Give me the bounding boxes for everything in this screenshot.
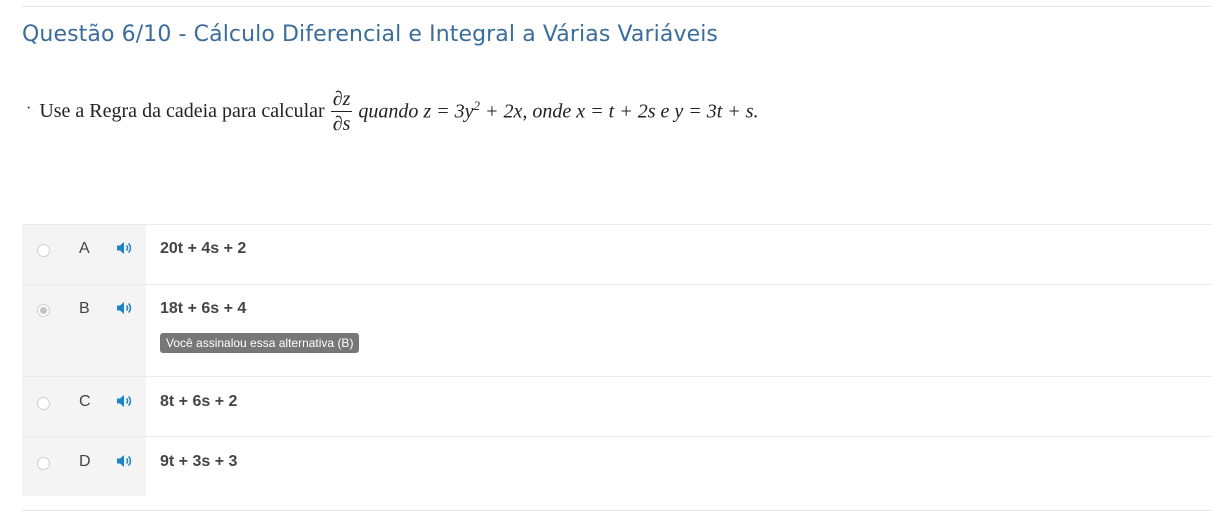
speaker-icon[interactable] — [116, 301, 134, 315]
option-c-body: 8t + 6s + 2 — [146, 377, 1212, 436]
speaker-icon[interactable] — [116, 241, 134, 255]
option-a[interactable]: A 20t + 4s + 2 — [22, 224, 1212, 284]
option-d-controls: D — [22, 437, 146, 496]
partial-derivative-fraction: ∂z ∂s — [330, 87, 353, 135]
option-b-controls: B — [22, 285, 146, 376]
option-c-controls: C — [22, 377, 146, 436]
option-b-body: 18t + 6s + 4 Você assinalou essa alterna… — [146, 285, 1212, 376]
bottom-divider — [22, 510, 1212, 511]
option-d-text: 9t + 3s + 3 — [160, 453, 238, 470]
option-d-radio[interactable] — [37, 457, 50, 470]
condition-part-1: quando z = 3y — [358, 100, 474, 123]
fraction-numerator: ∂z — [330, 87, 353, 112]
option-c-text: 8t + 6s + 2 — [160, 393, 238, 410]
option-d-letter: D — [79, 453, 91, 470]
option-c[interactable]: C 8t + 6s + 2 — [22, 376, 1212, 436]
answer-options: A 20t + 4s + 2 B 18t + 6s + 4 Você assin… — [22, 224, 1212, 496]
fraction-denominator: ∂s — [332, 112, 351, 135]
question-text: · Use a Regra da cadeia para calcular ∂z… — [26, 80, 759, 142]
option-c-letter: C — [79, 393, 91, 410]
option-a-body: 20t + 4s + 2 — [146, 225, 1212, 284]
question-bullet: · — [26, 100, 32, 117]
option-d-body: 9t + 3s + 3 — [146, 437, 1212, 496]
question-condition: quando z = 3y2 + 2x, onde x = t + 2s e y… — [358, 98, 758, 124]
option-c-radio[interactable] — [37, 397, 50, 410]
condition-part-2: + 2x, onde x = t + 2s e y = 3t + s. — [480, 100, 759, 123]
question-title: Questão 6/10 - Cálculo Diferencial e Int… — [22, 22, 718, 47]
option-b-letter: B — [79, 300, 90, 317]
top-divider — [22, 6, 1212, 7]
option-d[interactable]: D 9t + 3s + 3 — [22, 436, 1212, 496]
option-a-text: 20t + 4s + 2 — [160, 240, 247, 257]
speaker-icon[interactable] — [116, 454, 134, 468]
selected-answer-badge: Você assinalou essa alternativa (B) — [160, 333, 360, 353]
option-b-text: 18t + 6s + 4 — [160, 300, 247, 317]
option-b[interactable]: B 18t + 6s + 4 Você assinalou essa alter… — [22, 284, 1212, 376]
speaker-icon[interactable] — [116, 394, 134, 408]
option-a-radio[interactable] — [37, 244, 50, 257]
option-a-controls: A — [22, 225, 146, 284]
option-a-letter: A — [79, 240, 90, 257]
option-b-radio[interactable] — [37, 304, 50, 317]
question-lead: Use a Regra da cadeia para calcular — [39, 99, 325, 122]
